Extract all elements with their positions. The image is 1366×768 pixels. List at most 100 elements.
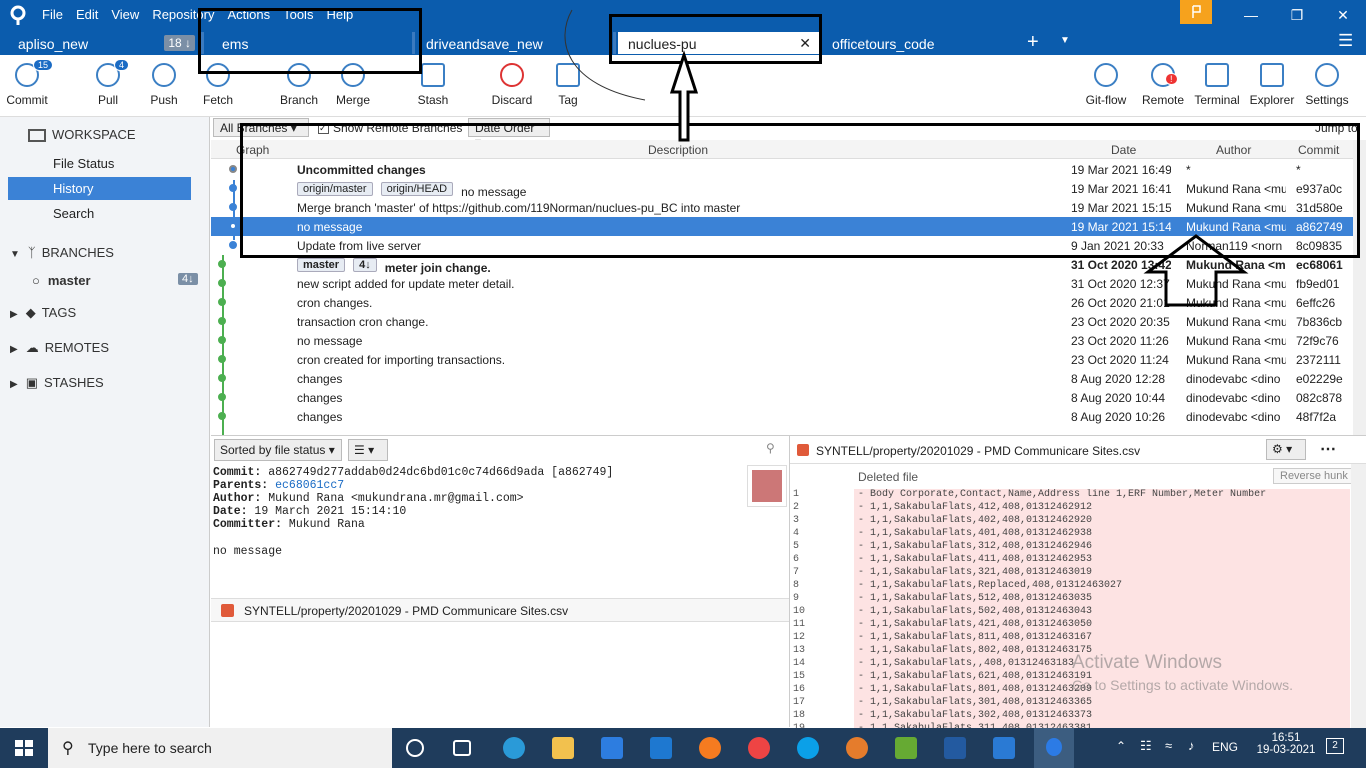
close-tab-icon[interactable]: ✕ <box>799 35 811 52</box>
edge-icon[interactable] <box>503 737 525 759</box>
task-view-icon[interactable] <box>453 740 471 756</box>
sourcetree-taskbar-icon[interactable] <box>1034 728 1074 768</box>
order-dropdown[interactable]: Date Order ▾ <box>468 118 550 149</box>
gitflow-button[interactable]: Git-flow <box>1084 63 1128 107</box>
close-button[interactable]: ✕ <box>1320 0 1366 30</box>
remotes-header[interactable]: ▶ ☁ REMOTES <box>0 340 210 356</box>
sidebar-item-search[interactable]: Search <box>8 202 191 225</box>
menu-item-tools[interactable]: Tools <box>283 7 313 22</box>
terminal-button[interactable]: Terminal <box>1193 63 1241 107</box>
commit-row[interactable]: cron changes. 26 Oct 2020 21:01 Mukund Ran… <box>211 293 1353 312</box>
graph-column-header[interactable]: Graph <box>236 143 269 157</box>
diff-scrollbar[interactable] <box>1351 464 1366 728</box>
settings-button[interactable]: Settings <box>1304 63 1350 107</box>
commit-row[interactable]: new script added for update meter detail… <box>211 274 1353 293</box>
flag-icon[interactable] <box>1180 0 1212 24</box>
stash-button[interactable]: Stash <box>416 63 450 107</box>
workspace-header[interactable]: WORKSPACE <box>0 127 210 143</box>
language-indicator[interactable]: ENG <box>1212 740 1238 754</box>
powershell-icon[interactable] <box>944 737 966 759</box>
vscode-icon[interactable] <box>993 737 1015 759</box>
branch-master[interactable]: ○ master 4↓ <box>0 273 210 288</box>
tab-officetours[interactable]: officetours_code <box>822 32 1020 54</box>
windows-start-icon[interactable] <box>15 740 33 756</box>
add-tab-icon[interactable]: + <box>1027 31 1039 54</box>
reverse-hunk-button[interactable]: Reverse hunk <box>1273 468 1355 484</box>
network-icon[interactable]: ☷ <box>1140 738 1152 754</box>
parent-link[interactable]: ec68061cc7 <box>275 479 344 492</box>
commit-button[interactable]: 15 Commit <box>5 59 54 107</box>
menu-item-actions[interactable]: Actions <box>227 7 270 22</box>
merge-button[interactable]: Merge <box>334 63 372 107</box>
taskbar-search[interactable]: ⚲ Type here to search <box>48 728 392 768</box>
diff-settings-button[interactable]: ⚙ ▾ <box>1266 439 1306 460</box>
pull-button[interactable]: 4 Pull <box>92 59 130 107</box>
commit-row[interactable]: no message 19 Mar 2021 15:14 Mukund Rana <… <box>211 217 1353 236</box>
commit-row[interactable]: Uncommitted changes 19 Mar 2021 16:49 * * <box>211 160 1353 179</box>
minimize-button[interactable]: — <box>1228 0 1274 30</box>
app-icon[interactable] <box>846 737 868 759</box>
chrome-icon[interactable] <box>748 737 770 759</box>
author-column-header[interactable]: Author <box>1216 143 1251 157</box>
discard-button[interactable]: Discard <box>491 63 533 107</box>
firefox-icon[interactable] <box>699 737 721 759</box>
store-icon[interactable] <box>601 737 623 759</box>
branches-header[interactable]: ▼ ᛉ BRANCHES <box>0 245 210 260</box>
excel-icon[interactable] <box>895 737 917 759</box>
commit-column-header[interactable]: Commit <box>1298 143 1339 157</box>
view-mode-dropdown[interactable]: ☰ ▾ <box>348 439 388 461</box>
menu-item-view[interactable]: View <box>111 7 139 22</box>
volume-icon[interactable]: ♪ <box>1188 738 1195 753</box>
commit-row[interactable]: no message 23 Oct 2020 11:26 Mukund Rana <… <box>211 331 1353 350</box>
explorer-button[interactable]: Explorer <box>1249 63 1295 107</box>
commit-row[interactable]: changes 8 Aug 2020 10:44 dinodevabc <dino 0… <box>211 388 1353 407</box>
menu-item-help[interactable]: Help <box>326 7 353 22</box>
description-column-header[interactable]: Description <box>648 143 708 157</box>
menu-item-edit[interactable]: Edit <box>76 7 98 22</box>
sidebar-item-file-status[interactable]: File Status <box>8 152 191 175</box>
commit-row[interactable]: origin/master origin/HEAD no message 19 Mar… <box>211 179 1353 199</box>
more-options-icon[interactable]: ⋯ <box>1320 439 1336 459</box>
push-button[interactable]: Push <box>148 63 180 107</box>
hamburger-icon[interactable]: ☰ <box>1338 31 1353 51</box>
ref-tag[interactable]: master <box>297 258 346 272</box>
sort-dropdown[interactable]: Sorted by file status ▾ <box>214 439 342 461</box>
changed-file-row[interactable]: SYNTELL/property/20201029 - PMD Communic… <box>211 598 789 622</box>
ref-tag[interactable]: 4↓ <box>353 258 377 272</box>
tab-ems[interactable]: ems <box>212 32 415 54</box>
commit-row[interactable]: changes 8 Aug 2020 10:26 dinodevabc <dino 4… <box>211 407 1353 426</box>
chevron-down-icon[interactable]: ▼ <box>1060 35 1070 46</box>
tab-nuclues[interactable]: nuclues-pu ✕ <box>618 32 819 54</box>
menu-item-file[interactable]: File <box>42 7 63 22</box>
remote-button[interactable]: ! Remote <box>1141 63 1185 107</box>
commit-row[interactable]: changes 8 Aug 2020 12:28 dinodevabc <dino e… <box>211 369 1353 388</box>
wifi-icon[interactable]: ≈ <box>1165 738 1172 753</box>
tags-header[interactable]: ▶ ◆ TAGS <box>0 305 210 321</box>
tab-driveandsave[interactable]: driveandsave_new <box>416 32 616 54</box>
commit-row[interactable]: transaction cron change. 23 Oct 2020 20:3… <box>211 312 1353 331</box>
commit-row[interactable]: Update from live server 9 Jan 2021 20:33 N… <box>211 236 1353 255</box>
tab-apliso[interactable]: apliso_new 18 ↓ <box>8 32 204 54</box>
clock[interactable]: 16:51 19-03-2021 <box>1256 732 1316 756</box>
commit-row[interactable]: cron created for importing transactions.… <box>211 350 1353 369</box>
skype-icon[interactable] <box>797 737 819 759</box>
commit-row[interactable]: master 4↓ meter join change. 31 Oct 2020 13… <box>211 255 1353 275</box>
search-icon[interactable]: ⚲ <box>766 441 775 455</box>
notification-icon[interactable]: 2 <box>1326 738 1344 754</box>
stashes-header[interactable]: ▶ ▣ STASHES <box>0 375 210 391</box>
fetch-button[interactable]: Fetch <box>202 63 234 107</box>
branches-dropdown[interactable]: All Branches ▾ <box>213 118 309 137</box>
sidebar-item-history[interactable]: History <box>8 177 191 200</box>
cortana-icon[interactable] <box>406 739 424 757</box>
tray-chevron-icon[interactable]: ⌃ <box>1116 739 1126 753</box>
log-scrollbar[interactable] <box>1353 140 1366 435</box>
file-explorer-icon[interactable] <box>552 737 574 759</box>
branch-button[interactable]: Branch <box>279 63 319 107</box>
maximize-button[interactable]: ❐ <box>1274 0 1320 30</box>
ref-tag[interactable]: origin/HEAD <box>380 182 454 196</box>
tag-button[interactable]: Tag <box>556 63 580 107</box>
show-remote-checkbox[interactable]: ✓ Show Remote Branches <box>318 121 462 135</box>
menu-item-repository[interactable]: Repository <box>152 7 214 22</box>
commit-row[interactable]: Merge branch 'master' of https://github.… <box>211 198 1353 217</box>
date-column-header[interactable]: Date <box>1111 143 1136 157</box>
